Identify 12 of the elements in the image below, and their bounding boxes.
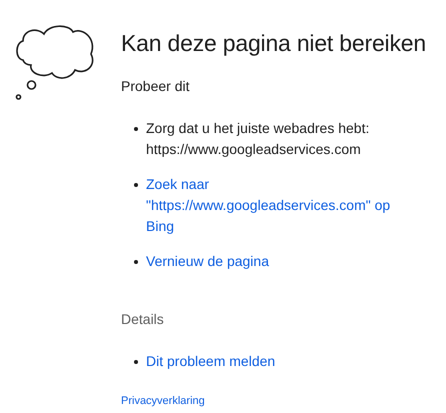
- suggestion-text: Zorg dat u het juiste webadres hebt: https://www.googleadservices.com: [146, 119, 370, 159]
- link[interactable]: Vernieuw de pagina: [146, 251, 418, 272]
- bullet-icon: [134, 127, 138, 131]
- link[interactable]: Zoek naar "https://www.googleadservices.com" op Bing: [146, 174, 418, 237]
- page-title: Kan deze pagina niet bereiken: [121, 29, 426, 58]
- bullet-icon: [134, 183, 138, 187]
- bullet-icon: [134, 360, 138, 364]
- link[interactable]: Dit probleem melden: [146, 351, 418, 372]
- subtitle: Probeer dit: [121, 77, 190, 96]
- privacy-link[interactable]: Privacyverklaring: [121, 393, 426, 410]
- bullet-icon: [134, 260, 138, 264]
- details-heading: Details: [121, 310, 165, 329]
